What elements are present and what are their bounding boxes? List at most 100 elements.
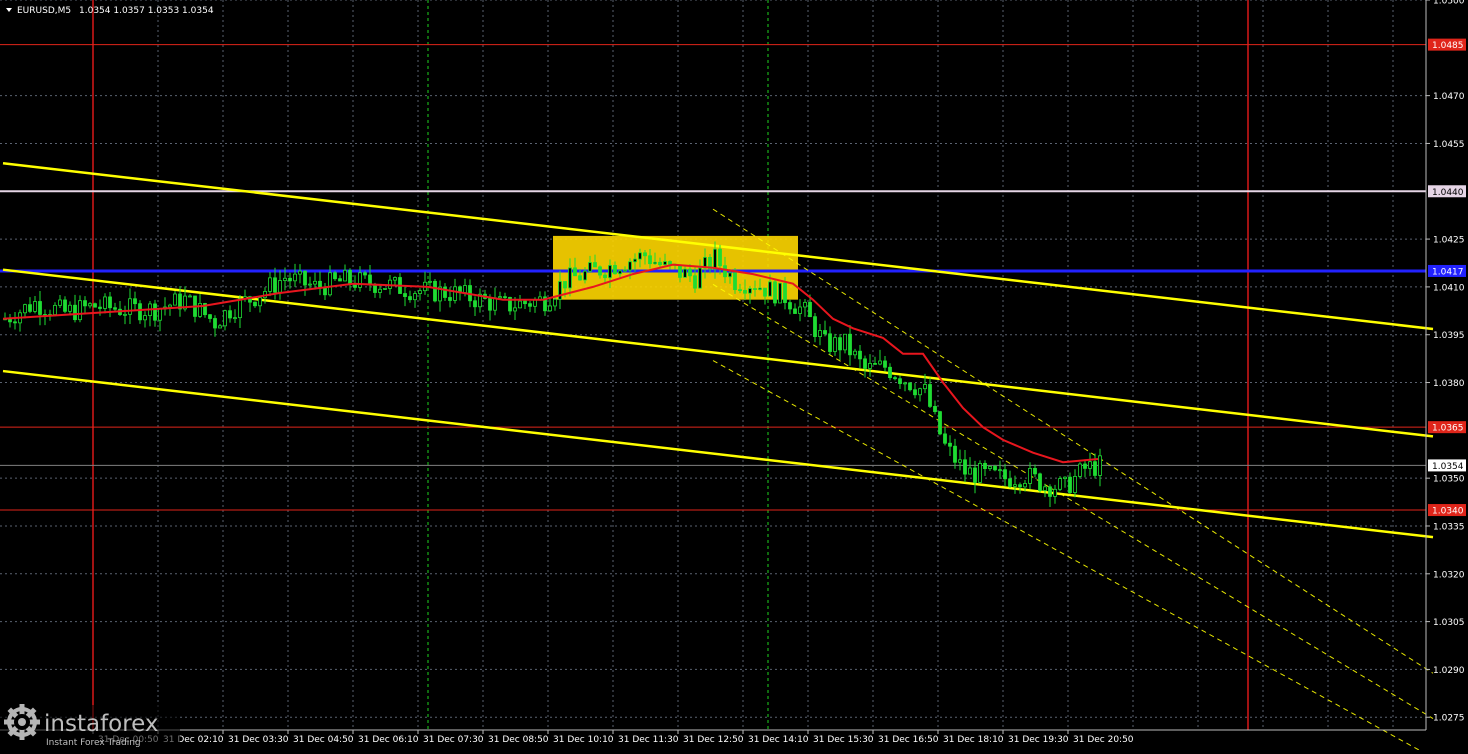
y-tick-label: 1.0305 [1433, 618, 1465, 628]
candle-body [813, 316, 817, 337]
candle-body [73, 304, 77, 321]
x-tick-label: 31 Dec 16:50 [878, 735, 939, 745]
candle-body [753, 288, 757, 290]
candle-body [563, 281, 567, 289]
price-badge-1-0340: 1.0340 [1428, 504, 1466, 517]
candle-body [788, 302, 792, 310]
candle-body [293, 273, 297, 282]
candle-body [123, 313, 127, 316]
candle-body [988, 466, 992, 469]
candle-body [303, 270, 307, 286]
candle-body [1098, 455, 1102, 476]
x-tick-label: 31 Dec 04:50 [293, 735, 354, 745]
candle-body [493, 297, 497, 311]
candle [778, 282, 782, 304]
ohlc-values: 1.0354 1.0357 1.0353 1.0354 [79, 6, 214, 16]
candle [773, 279, 777, 307]
candle-body [933, 406, 937, 413]
candle-body [783, 282, 787, 303]
candle-body [883, 360, 887, 368]
candle-body [573, 267, 577, 277]
y-tick-label: 1.0500 [1433, 0, 1465, 7]
candle-body [128, 298, 132, 315]
instaforex-watermark: instaforex Instant Forex Trading [0, 704, 180, 750]
candle-body [238, 298, 242, 319]
candle-body [433, 280, 437, 302]
candle-body [1023, 483, 1027, 488]
candle-body [638, 252, 642, 260]
candle-body [818, 330, 822, 337]
x-tick-label: 31 Dec 06:10 [358, 735, 419, 745]
candle-body [268, 277, 272, 292]
candle-body [598, 266, 602, 276]
candle-body [403, 293, 407, 297]
candle-body [373, 284, 377, 293]
candle-body [723, 265, 727, 278]
candle-body [283, 277, 287, 281]
candle [938, 410, 942, 436]
candle-body [1043, 486, 1047, 491]
candle-body [413, 293, 417, 301]
candle-body [998, 469, 1002, 472]
price-badge-1-0485: 1.0485 [1428, 38, 1466, 51]
candle-body [378, 288, 382, 293]
candle-body [53, 304, 57, 315]
candle-body [928, 384, 932, 407]
candle-body [98, 306, 102, 309]
candle-body [978, 462, 982, 483]
candle-body [793, 308, 797, 314]
badge-label: 1.0417 [1432, 267, 1464, 277]
candle-body [843, 333, 847, 351]
candle-body [878, 360, 882, 365]
x-tick-label: 31 Dec 03:30 [228, 735, 289, 745]
candle-body [768, 281, 772, 297]
candle-body [968, 467, 972, 475]
candle-body [1003, 469, 1007, 480]
candle-body [553, 298, 557, 307]
candle-body [63, 299, 67, 312]
candle-body [603, 274, 607, 279]
price-badge-1-0354: 1.0354 [1428, 459, 1466, 472]
candle-body [513, 307, 517, 312]
y-tick-label: 1.0335 [1433, 522, 1465, 532]
candle-body [108, 296, 112, 309]
candle-body [1083, 463, 1087, 469]
candle-body [838, 337, 842, 351]
candle-body [803, 301, 807, 308]
candle-body [663, 261, 667, 266]
y-tick-label: 1.0455 [1433, 140, 1465, 150]
watermark-brand: instaforex [44, 711, 159, 737]
chart-container[interactable]: 1.0500 1.0470 1.0455 1.0425 1.0410 1.0395 1.03… [0, 0, 1468, 754]
candle [908, 382, 912, 392]
candle-body [953, 445, 957, 463]
price-chart[interactable]: 1.0500 1.0470 1.0455 1.0425 1.0410 1.0395 1.03… [0, 0, 1468, 754]
candle-body [1008, 478, 1012, 487]
candle-body [58, 299, 62, 306]
x-tick-label: 31 Dec 18:10 [943, 735, 1004, 745]
candle [978, 460, 982, 484]
candle-body [993, 466, 997, 471]
candle-body [643, 252, 647, 257]
candle-body [113, 307, 117, 310]
candle-body [13, 321, 17, 324]
candle-body [358, 272, 362, 288]
y-tick-label: 1.0380 [1433, 379, 1465, 389]
candle-body [948, 442, 952, 447]
candle-body [853, 350, 857, 356]
x-tick-label: 31 Dec 15:30 [813, 735, 874, 745]
candle-body [658, 261, 662, 266]
candle-body [138, 303, 142, 321]
x-tick-label: 31 Dec 10:10 [553, 735, 614, 745]
y-tick-label: 1.0395 [1433, 331, 1465, 341]
candle-body [383, 288, 387, 290]
candle-body [918, 388, 922, 396]
candle-body [698, 267, 702, 289]
chart-header: EURUSD,M5 1.0354 1.0357 1.0353 1.0354 [6, 6, 214, 16]
y-tick-label: 1.0350 [1433, 475, 1465, 485]
candle-body [1093, 461, 1097, 476]
candle [383, 288, 387, 290]
candle-body [683, 268, 687, 278]
candle-body [648, 255, 652, 265]
price-badge-1-0417: 1.0417 [1428, 264, 1466, 277]
candle-body [83, 300, 87, 307]
